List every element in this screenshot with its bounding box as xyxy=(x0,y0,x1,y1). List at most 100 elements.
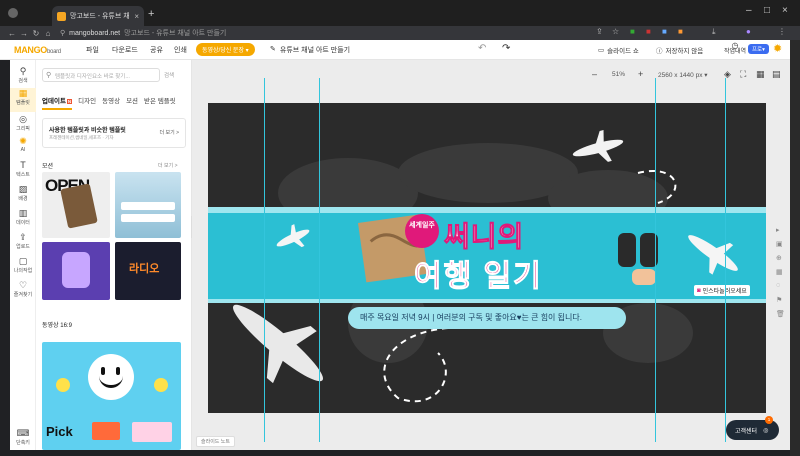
extension-icon-2[interactable]: ■ xyxy=(646,27,651,36)
side-tool-icon[interactable]: ▣ xyxy=(776,240,783,248)
zoom-in-button[interactable]: + xyxy=(638,69,643,79)
menu-download[interactable]: 다운로드 xyxy=(112,45,138,55)
tab-received[interactable]: 받은 템플릿 xyxy=(144,95,176,110)
rail-upload[interactable]: ⇪ 업로드 xyxy=(10,232,36,250)
profile-icon[interactable] xyxy=(8,8,18,18)
graphic-icon: ◎ xyxy=(19,114,27,124)
title-badge: 세계일주 xyxy=(409,222,435,229)
help-center-button[interactable]: 고객센터 ◎ 1 xyxy=(726,416,779,440)
template-thumbnail-smiley[interactable]: Pick xyxy=(42,342,181,450)
rail-graphic[interactable]: ◎ 그리픽 xyxy=(10,114,36,132)
guide-line xyxy=(655,78,656,442)
rail-ai[interactable]: ✺ AI xyxy=(10,136,36,153)
search-button[interactable]: 검색 xyxy=(164,71,174,79)
promo-more-link[interactable]: 더 보기 > xyxy=(160,129,180,136)
side-tool-icon[interactable]: ⚑ xyxy=(776,296,782,304)
share-icon[interactable]: ⇪ xyxy=(596,27,603,36)
template-thumbnail-radio[interactable]: 라디오 xyxy=(115,242,181,300)
page-grid-icon[interactable]: ▤ xyxy=(772,69,781,80)
section-motion-more[interactable]: 더 보기 > xyxy=(158,162,178,169)
downloads-icon[interactable]: ⤓ xyxy=(712,27,716,37)
search-icon: ⚲ xyxy=(46,72,52,79)
redo-icon[interactable]: ↷ xyxy=(502,43,510,54)
extension-icon-3[interactable]: ■ xyxy=(662,27,667,36)
side-tool-icon[interactable]: ▦ xyxy=(776,268,783,276)
minimize-button[interactable]: – xyxy=(746,5,752,16)
browser-tab-active[interactable]: 망고보드 - 유튜브 채널 아트 만 × xyxy=(52,6,144,26)
maximize-button[interactable]: □ xyxy=(764,5,770,16)
side-tool-icon[interactable]: ⊕ xyxy=(776,254,782,262)
tab-motion[interactable]: 모션 xyxy=(126,95,138,110)
section-video-title: 동영상 16:9 xyxy=(42,323,72,329)
zoom-out-button[interactable]: – xyxy=(592,69,597,79)
extension-icon-4[interactable]: ■ xyxy=(678,27,683,36)
tab-video[interactable]: 동영상 xyxy=(102,95,120,110)
help-notification-badge: 1 xyxy=(765,416,773,424)
browser-menu-icon[interactable]: ⋮ xyxy=(778,27,786,36)
save-status[interactable]: ⓘ 저장하지 않음 xyxy=(656,45,703,55)
url-site: mangoboard.net xyxy=(69,29,121,37)
gacha-machine-image xyxy=(62,252,90,288)
template-search-input[interactable]: ⚲ 템플릿과 디자인요소 바로 찾기... xyxy=(42,68,160,82)
guide-line xyxy=(725,78,726,442)
canvas-size-dropdown[interactable]: 2560 x 1440 px ▾ xyxy=(658,71,708,79)
close-window-button[interactable]: × xyxy=(782,5,788,16)
pro-badge[interactable]: 프로▾ xyxy=(748,44,769,54)
rail-background[interactable]: ▨ 배경 xyxy=(10,184,36,202)
rail-data[interactable]: ▥ 데이터 xyxy=(10,208,36,226)
page-scrollbar[interactable] xyxy=(790,40,800,456)
menu-print[interactable]: 인쇄 xyxy=(174,45,187,55)
address-bar[interactable]: ⚲ mangoboard.net 망고보드 - 유튜브 채널 아트 만들기 xyxy=(60,27,580,39)
mangoboard-logo[interactable]: MANGOboard xyxy=(14,45,61,55)
rail-text[interactable]: T 텍스트 xyxy=(10,160,36,178)
rail-label: 나의작업 xyxy=(13,268,33,274)
browser-toolbar: ← → ↻ ⌂ ⚲ mangoboard.net 망고보드 - 유튜브 채널 아… xyxy=(0,26,800,40)
rail-search[interactable]: ⚲ 검색 xyxy=(10,66,36,84)
history-label: 작업내역 xyxy=(724,49,747,55)
ai-icon: ✺ xyxy=(19,136,27,146)
side-tool-icon[interactable]: ◌ xyxy=(776,282,780,289)
home-icon[interactable]: ⌂ xyxy=(42,29,54,38)
rail-shortcuts[interactable]: ⌨ 단축키 xyxy=(10,428,36,446)
edit-pencil-icon: ✎ xyxy=(270,46,276,53)
zoom-level[interactable]: 51% xyxy=(612,71,625,78)
trash-icon[interactable]: 🗑 xyxy=(776,310,785,318)
template-type-dropdown[interactable]: 동영상/당신 문장 ▾ xyxy=(196,43,255,56)
template-thumbnail-news[interactable] xyxy=(115,172,181,238)
menu-share[interactable]: 공유 xyxy=(150,45,163,55)
rail-label: 그리픽 xyxy=(16,126,30,132)
tab-close-icon[interactable]: × xyxy=(134,12,139,21)
back-icon[interactable]: ← xyxy=(6,29,18,38)
fit-screen-icon[interactable]: ⛶ xyxy=(740,69,746,80)
monitor-icon: ▭ xyxy=(598,47,605,54)
extension-icon[interactable]: ■ xyxy=(630,27,635,36)
rail-favorites[interactable]: ♡ 즐겨찾기 xyxy=(10,280,36,298)
avatar[interactable]: ● xyxy=(746,27,751,36)
tab-update[interactable]: 업데이트 N xyxy=(42,95,73,110)
slide-notes-button[interactable]: 슬라이드 노트 xyxy=(196,436,235,447)
search-icon: ⚲ xyxy=(19,66,27,76)
rail-my-work[interactable]: ▢ 나의작업 xyxy=(10,256,36,274)
forward-icon[interactable]: → xyxy=(18,29,30,38)
settings-gear-icon[interactable]: ✹ xyxy=(773,42,782,55)
side-tool-icon[interactable]: ▸ xyxy=(776,226,780,234)
grid-icon[interactable]: ▦ xyxy=(756,69,765,80)
tab-design[interactable]: 디자인 xyxy=(78,95,96,110)
new-tab-button[interactable]: + xyxy=(148,8,154,20)
panel-tabs: 업데이트 N 디자인 동영상 모션 받은 템플릿 xyxy=(42,95,176,110)
template-thumbnail-open[interactable]: OPEN xyxy=(42,172,110,238)
site-info-icon[interactable]: ⚲ xyxy=(60,29,65,37)
rail-template[interactable]: ▦ 템플릿 xyxy=(10,88,36,112)
reload-icon[interactable]: ↻ xyxy=(30,29,42,38)
banner-title-line2: 여행 일기 xyxy=(414,260,543,294)
similar-templates-card[interactable]: 사용한 템플릿과 비슷한 템플릿 프레젠테이션,썸네일,세포즈 · 기자 더 보… xyxy=(42,118,186,148)
menu-file[interactable]: 파일 xyxy=(86,45,99,55)
history-button[interactable]: ◷ 작업내역 xyxy=(724,42,746,56)
undo-icon[interactable]: ↶ xyxy=(478,43,486,54)
template-thumbnail-gacha[interactable] xyxy=(42,242,110,300)
rail-label: AI xyxy=(20,147,26,153)
bookmark-star-icon[interactable]: ☆ xyxy=(612,27,619,36)
slideshow-button[interactable]: ▭ 슬라이드 쇼 xyxy=(598,45,639,55)
artboard-banner[interactable]: 세계일주 써니의 여행 일기 ◙ 인스타놀러오세요 매주 목요일 저녁 9시 |… xyxy=(208,103,766,413)
document-title[interactable]: ✎ 유튜브 채널 아트 만들기 xyxy=(270,45,350,55)
